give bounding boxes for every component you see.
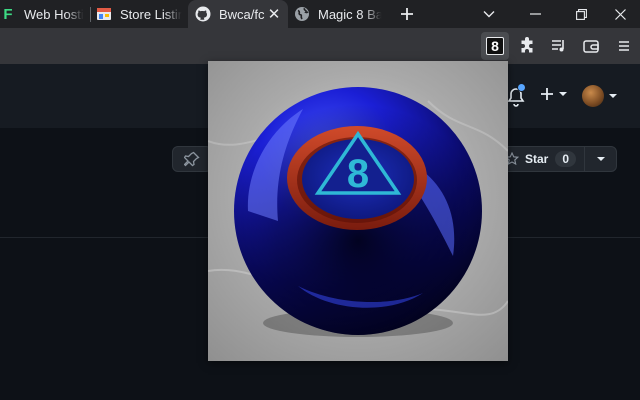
- browser-menu-button[interactable]: [610, 32, 638, 60]
- extensions-button[interactable]: [513, 32, 541, 60]
- magic-8-ball-popup: 8: [208, 61, 508, 361]
- user-menu-button[interactable]: [582, 85, 617, 107]
- pin-button[interactable]: [172, 146, 212, 172]
- magic-8-ball-extension-icon: 8: [486, 37, 504, 55]
- avatar: [582, 85, 604, 107]
- restore-button[interactable]: [558, 0, 604, 28]
- ball-number: 8: [347, 152, 369, 196]
- restore-icon: [575, 8, 587, 20]
- chevron-down-icon: [483, 11, 495, 18]
- menu-icon: [619, 41, 629, 51]
- wallet-icon: [583, 40, 599, 53]
- star-count: 0: [555, 151, 577, 167]
- star-label: Star: [525, 152, 549, 166]
- globe-icon: [294, 6, 310, 22]
- new-tab-button[interactable]: [396, 3, 418, 25]
- caret-down-icon: [609, 94, 617, 98]
- magic-8-ball-extension-button[interactable]: 8: [481, 32, 509, 60]
- caret-down-icon: [559, 92, 567, 96]
- tab-store-listing[interactable]: Store Listing: [96, 0, 186, 28]
- magic-8-ball[interactable]: 8: [234, 87, 482, 335]
- minimize-button[interactable]: [512, 0, 558, 28]
- plus-icon: [401, 8, 413, 20]
- puzzle-icon: [521, 37, 533, 53]
- star-button[interactable]: Star 0: [497, 147, 585, 171]
- wallet-button[interactable]: [577, 32, 605, 60]
- media-controls-button[interactable]: [545, 32, 573, 60]
- minimize-icon: [529, 13, 541, 15]
- github-icon: [195, 6, 211, 22]
- tab-title: Bwca/fc: [219, 6, 265, 22]
- tab-strip: F Web Hostin Store Listing Bwca/fc ✕ Mag…: [0, 0, 640, 28]
- close-window-button[interactable]: [600, 0, 640, 28]
- unread-indicator: [517, 83, 526, 92]
- tab-github-repo[interactable]: Bwca/fc ✕: [188, 0, 288, 28]
- store-icon: [96, 6, 112, 22]
- close-icon: [614, 8, 626, 20]
- plus-icon: [541, 88, 553, 100]
- tab-search-button[interactable]: [466, 0, 512, 28]
- media-playlist-icon: [552, 40, 564, 52]
- star-list-dropdown[interactable]: [585, 157, 616, 161]
- tab-web-hosting[interactable]: F Web Hostin: [0, 0, 88, 28]
- caret-down-icon: [596, 157, 605, 161]
- create-new-button[interactable]: [540, 87, 567, 101]
- pin-icon: [184, 151, 200, 167]
- f-logo-icon: F: [3, 5, 13, 23]
- close-tab-icon[interactable]: ✕: [266, 6, 282, 23]
- tab-magic-8-ball[interactable]: Magic 8 Ball: [294, 0, 386, 28]
- magic-8-ball-scene: 8: [208, 61, 508, 361]
- browser-toolbar: 8: [0, 28, 640, 64]
- star-button-group: Star 0: [496, 146, 617, 172]
